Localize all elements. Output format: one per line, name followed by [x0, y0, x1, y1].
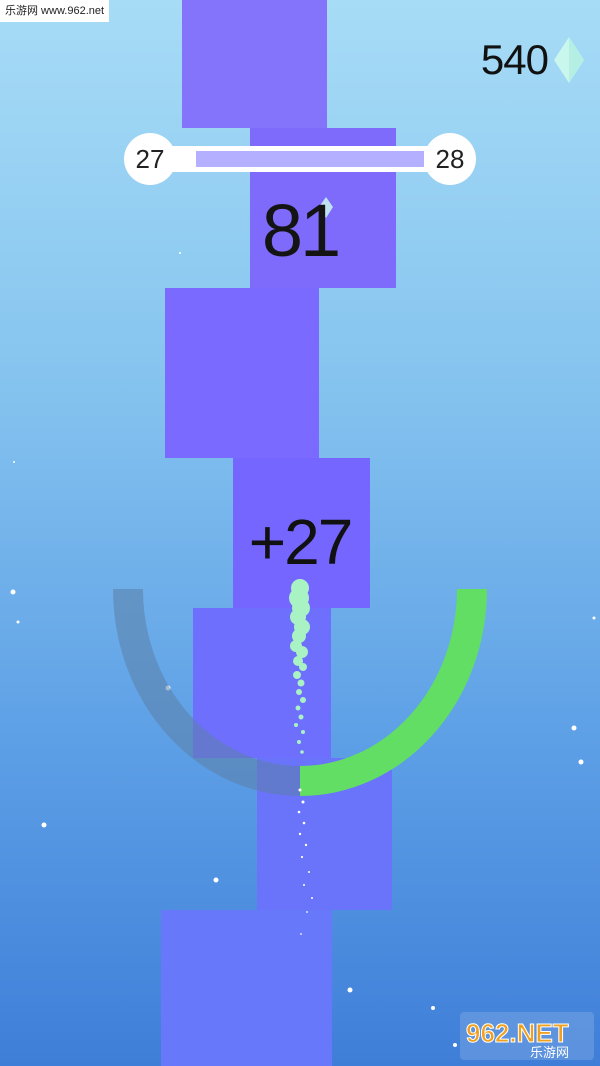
level-progress: 27 28	[124, 133, 476, 185]
ring-fill	[299, 588, 487, 796]
ball-trail	[289, 579, 310, 754]
watermark-top: 乐游网 www.962.net	[0, 0, 110, 22]
score: 81	[261, 189, 341, 272]
diamond-icon	[554, 37, 584, 83]
next-level-badge: 28	[424, 133, 476, 185]
gem-counter: 540	[481, 32, 584, 88]
current-level-badge: 27	[124, 133, 176, 185]
svg-text:乐游网: 乐游网	[530, 1045, 569, 1060]
game-canvas[interactable]: 乐游网 www.962.net 540 27 28 81 +27 962.NET…	[0, 0, 600, 1066]
bonus-popup: +27	[248, 506, 354, 578]
ball-trail-sparks	[297, 788, 313, 935]
svg-text:962.NET: 962.NET	[466, 1018, 569, 1048]
progress-fill	[196, 151, 424, 167]
gem-count: 540	[480, 36, 549, 83]
watermark-logo: 962.NET 乐游网	[460, 1012, 594, 1060]
ring-track	[113, 588, 301, 796]
progress-track	[168, 146, 432, 172]
